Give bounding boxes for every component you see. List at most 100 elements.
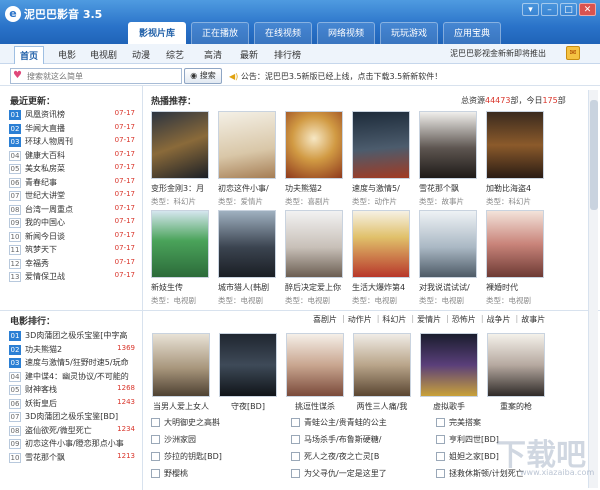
category-hd[interactable]: 高清 <box>204 48 222 61</box>
list-item[interactable]: 03 环球人物周刊 07-17 <box>9 135 139 149</box>
category-anime[interactable]: 动漫 <box>132 48 150 61</box>
list-item[interactable]: 沙洲家园 <box>151 434 286 446</box>
item-checkbox[interactable] <box>436 452 445 461</box>
category-latest[interactable]: 最新 <box>240 48 258 61</box>
poster-card[interactable]: 速度与激情5/ 类型：动作片 <box>352 111 418 221</box>
list-item[interactable]: 10 新闻今日谈 07-17 <box>9 230 139 244</box>
search-button[interactable]: ◉ 搜索 <box>184 68 222 84</box>
item-link[interactable]: 姐妲之家[BD] <box>449 451 499 462</box>
poster-title[interactable]: 当男人爱上女人 <box>148 401 214 412</box>
tab-apps[interactable]: 应用宝典 <box>443 22 501 44</box>
list-item[interactable]: 青蛙公主/贵青蛙的公主 <box>291 417 426 429</box>
tab-now-playing[interactable]: 正在播放 <box>191 22 249 44</box>
poster-title[interactable]: 虚拟歌手 <box>416 401 482 412</box>
list-item[interactable]: 09 初恋这件小事/瞪恋那点小事 <box>9 437 139 451</box>
item-checkbox[interactable] <box>291 418 300 427</box>
poster-image[interactable] <box>285 111 343 179</box>
item-link[interactable]: 马场杀手/布鲁斯硬糖/ <box>304 434 381 445</box>
list-item[interactable]: 12 幸福秀 07-17 <box>9 257 139 271</box>
item-link[interactable]: 野樱桃 <box>164 468 188 479</box>
list-item[interactable]: 03 速度与激情5/狂野时速5/玩命 <box>9 356 139 370</box>
item-checkbox[interactable] <box>436 435 445 444</box>
item-checkbox[interactable] <box>151 418 160 427</box>
item-link[interactable]: 莎拉的钥匙[BD] <box>164 451 222 462</box>
poster-card[interactable]: 醉后决定爱上你 类型：电视剧 <box>285 210 351 320</box>
list-item[interactable]: 11 筑梦天下 07-17 <box>9 243 139 257</box>
filter-war[interactable]: 战争片 <box>487 314 511 325</box>
list-item[interactable]: 06 青春纪事 07-17 <box>9 176 139 190</box>
list-item[interactable]: 莎拉的钥匙[BD] <box>151 451 286 463</box>
poster-image[interactable] <box>419 210 477 278</box>
poster-image[interactable] <box>151 111 209 179</box>
item-checkbox[interactable] <box>151 469 160 478</box>
category-variety[interactable]: 综艺 <box>166 48 184 61</box>
item-link[interactable]: 为父寻仇/一定是这里了 <box>304 468 387 479</box>
list-item[interactable]: 07 3D肉蒲团之极乐宝鉴[BD] <box>9 410 139 424</box>
poster-image[interactable] <box>420 333 478 397</box>
list-item[interactable]: 07 世纪大讲堂 07-17 <box>9 189 139 203</box>
item-link[interactable]: 大明御史之高斟 <box>164 417 220 428</box>
poster-image[interactable] <box>218 111 276 179</box>
poster-title[interactable]: 生活大爆炸第4 <box>352 282 418 293</box>
list-item[interactable]: 野樱桃 <box>151 468 286 480</box>
poster-title[interactable]: 城市猎人(韩剧 <box>218 282 284 293</box>
poster-card[interactable]: 裸婚时代 类型：电视剧 <box>486 210 552 320</box>
list-item[interactable]: 02 功夫熊猫2 1369 <box>9 343 139 357</box>
gift-icon[interactable]: ✉ <box>566 46 580 60</box>
tab-video-library[interactable]: 影视片库 <box>128 22 186 44</box>
filter-story[interactable]: 故事片 <box>521 314 545 325</box>
poster-image[interactable] <box>487 333 545 397</box>
tab-games[interactable]: 玩玩游戏 <box>380 22 438 44</box>
list-item[interactable]: 04 健康大百科 07-17 <box>9 149 139 163</box>
list-item[interactable]: 06 妖街皇后 1243 <box>9 397 139 411</box>
list-item[interactable]: 10 雪花那个飘 1213 <box>9 451 139 465</box>
list-item[interactable]: 死人之夜/夜之亡灵[B <box>291 451 426 463</box>
list-item[interactable]: 05 财神客栈 1268 <box>9 383 139 397</box>
list-item[interactable]: 04 建中谍4：幽灵协议/不可能的 <box>9 370 139 384</box>
poster-title[interactable]: 速度与激情5/ <box>352 183 418 194</box>
filter-horror[interactable]: 恐怖片 <box>452 314 476 325</box>
poster-card[interactable]: 功夫熊猫2 类型：喜剧片 <box>285 111 351 221</box>
item-checkbox[interactable] <box>436 469 445 478</box>
item-checkbox[interactable] <box>291 452 300 461</box>
poster-title[interactable]: 两性三人痛/我 <box>349 401 415 412</box>
poster-title[interactable]: 重案的枪 <box>483 401 549 412</box>
list-item[interactable]: 08 盗仙欲死/微型死亡 1234 <box>9 424 139 438</box>
category-movies[interactable]: 电影 <box>58 48 76 61</box>
poster-title[interactable]: 新妓生传 <box>151 282 217 293</box>
list-item[interactable]: 完美搭案 <box>436 417 571 429</box>
poster-image[interactable] <box>152 333 210 397</box>
list-item[interactable]: 13 爱情保卫战 07-17 <box>9 270 139 284</box>
list-item[interactable]: 05 美女私房菜 07-17 <box>9 162 139 176</box>
poster-image[interactable] <box>219 333 277 397</box>
filter-scifi[interactable]: 科幻片 <box>382 314 406 325</box>
list-item[interactable]: 大明御史之高斟 <box>151 417 286 429</box>
item-checkbox[interactable] <box>291 469 300 478</box>
list-item[interactable]: 08 台湾一周重点 07-17 <box>9 203 139 217</box>
maximize-icon[interactable]: □ <box>560 3 577 16</box>
promo-text[interactable]: 泥巴巴影视金新新即将推出 <box>450 48 546 59</box>
poster-title[interactable]: 功夫熊猫2 <box>285 183 351 194</box>
poster-image[interactable] <box>285 210 343 278</box>
poster-title[interactable]: 裸婚时代 <box>486 282 552 293</box>
poster-title[interactable]: 初恋这件小事/ <box>218 183 284 194</box>
poster-image[interactable] <box>218 210 276 278</box>
list-item[interactable]: 01 凤凰资讯榜 07-17 <box>9 108 139 122</box>
menu-dropdown-icon[interactable]: ▾ <box>522 3 539 16</box>
item-link[interactable]: 青蛙公主/贵青蛙的公主 <box>304 417 387 428</box>
poster-title[interactable]: 雪花那个飘 <box>419 183 485 194</box>
poster-card[interactable]: 对我说谎试试/ 类型：电视剧 <box>419 210 485 320</box>
list-item[interactable]: 马场杀手/布鲁斯硬糖/ <box>291 434 426 446</box>
poster-title[interactable]: 守夜[BD] <box>215 401 281 412</box>
item-checkbox[interactable] <box>291 435 300 444</box>
poster-image[interactable] <box>419 111 477 179</box>
poster-image[interactable] <box>352 210 410 278</box>
item-link[interactable]: 死人之夜/夜之亡灵[B <box>304 451 379 462</box>
tab-web-video[interactable]: 网络视频 <box>317 22 375 44</box>
poster-title[interactable]: 变形金刚3：月 <box>151 183 217 194</box>
item-link[interactable]: 沙洲家园 <box>164 434 196 445</box>
poster-title[interactable]: 对我说谎试试/ <box>419 282 485 293</box>
tab-online-video[interactable]: 在线视频 <box>254 22 312 44</box>
poster-card[interactable]: 初恋这件小事/ 类型：爱情片 <box>218 111 284 221</box>
filter-comedy[interactable]: 喜剧片 <box>313 314 337 325</box>
